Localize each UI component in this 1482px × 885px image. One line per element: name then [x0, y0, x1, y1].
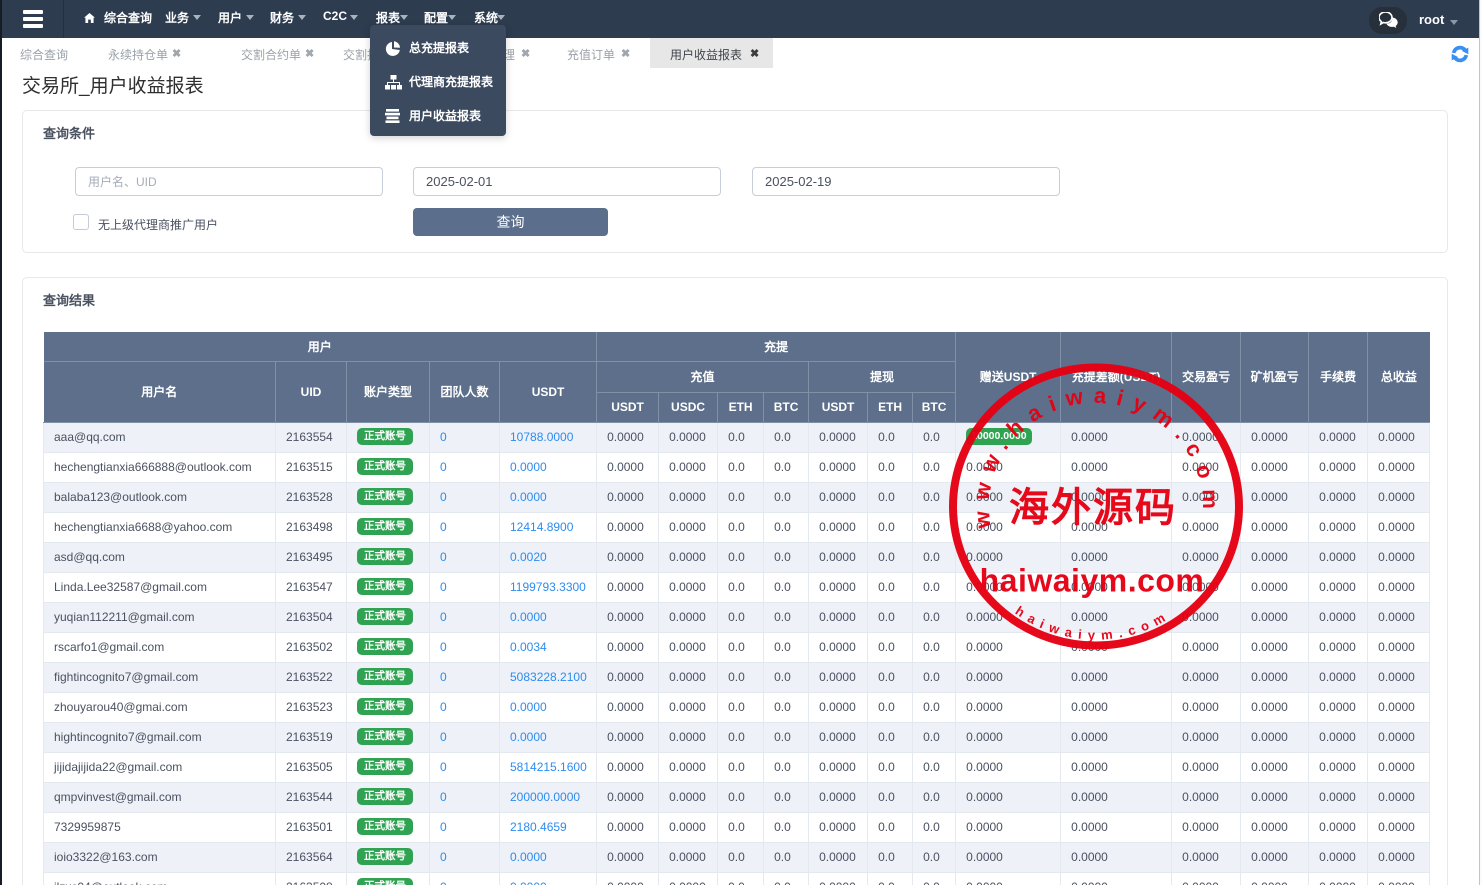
svg-text:海外源码: 海外源码 — [1009, 485, 1177, 530]
svg-text:haiwaiym.com: haiwaiym.com — [980, 563, 1205, 599]
